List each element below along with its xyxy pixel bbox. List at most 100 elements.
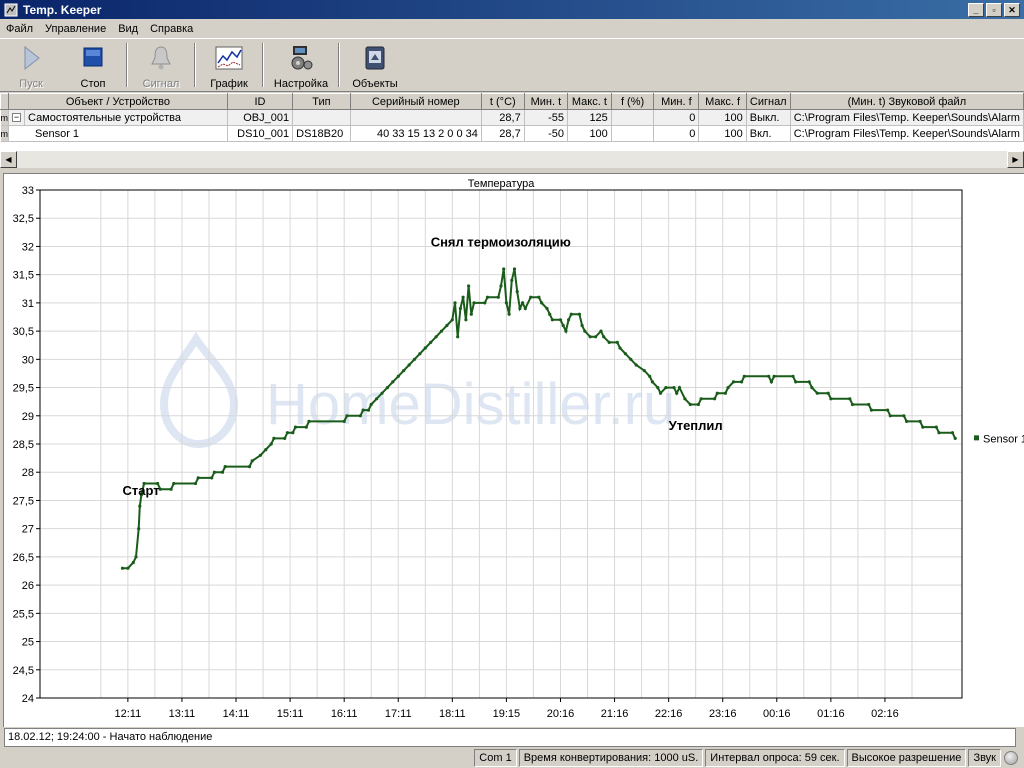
data-point (772, 374, 776, 378)
data-point (285, 431, 289, 435)
column-header-min-temp[interactable]: Мин. t (523, 93, 569, 110)
column-header-min-humidity[interactable]: Мин. f (653, 93, 700, 110)
data-point (642, 369, 646, 373)
menu-view[interactable]: Вид (112, 23, 144, 35)
data-point (504, 301, 508, 305)
column-header-id[interactable]: ID (226, 93, 294, 110)
data-point (264, 448, 268, 452)
column-header-temp[interactable]: t (°C) (480, 93, 525, 110)
data-point (247, 465, 252, 469)
y-tick-label: 24,5 (13, 665, 34, 677)
data-point (672, 386, 676, 390)
data-point (623, 352, 628, 356)
cell-min-temp: -55 (524, 109, 569, 126)
maximize-button[interactable]: ▫ (986, 2, 1002, 17)
column-header-signal[interactable]: Сигнал (745, 93, 791, 110)
cell-type: DS18B20 (292, 125, 351, 142)
objects-button[interactable]: Объекты (342, 39, 408, 91)
data-point (715, 391, 719, 395)
data-point (291, 431, 295, 435)
horizontal-scrollbar[interactable]: ◀ ▶ (0, 151, 1024, 168)
data-point (529, 295, 533, 299)
toolbar-separator (126, 43, 128, 87)
menu-help[interactable]: Справка (144, 23, 199, 35)
x-tick-label: 14:11 (223, 708, 250, 720)
table-row[interactable]: m Sensor 1 DS10_001 DS18B20 40 33 15 13 … (0, 125, 1024, 142)
start-label: Пуск (19, 78, 43, 90)
data-point (461, 295, 465, 299)
column-header-sound-file[interactable]: (Мин. t) Звуковой файл (789, 93, 1024, 110)
cell-humidity (611, 125, 655, 142)
data-point (134, 555, 138, 559)
data-point (850, 402, 855, 407)
y-tick-label: 27,5 (13, 495, 34, 507)
data-point (445, 323, 449, 328)
tree-expander[interactable]: − (8, 109, 25, 126)
data-point (304, 425, 308, 429)
data-point (905, 419, 909, 423)
data-point (472, 301, 476, 305)
y-tick-label: 30,5 (13, 326, 34, 338)
start-button[interactable]: Пуск (0, 39, 62, 91)
data-point (391, 380, 395, 384)
data-point (272, 436, 276, 440)
signal-button[interactable]: Сигнал (130, 39, 192, 91)
toolbar-separator (262, 43, 264, 87)
data-point (258, 453, 262, 457)
menu-control[interactable]: Управление (39, 23, 112, 35)
data-point (599, 329, 603, 333)
settings-button[interactable]: Настройка (266, 39, 336, 91)
scroll-left-icon[interactable]: ◀ (0, 151, 17, 168)
table-row[interactable]: m − Самостоятельные устройства OBJ_001 2… (0, 109, 1024, 126)
data-point (434, 335, 438, 339)
data-point (618, 346, 622, 350)
column-header-object[interactable]: Объект / Устройство (8, 93, 228, 110)
cell-signal: Выкл. (746, 109, 791, 126)
column-header-humidity[interactable]: f (%) (610, 93, 655, 110)
graph-button[interactable]: График (198, 39, 260, 91)
close-button[interactable]: ✕ (1004, 2, 1020, 17)
data-point (580, 323, 584, 328)
cell-serial (350, 109, 482, 126)
y-tick-label: 32 (22, 241, 34, 253)
data-point (120, 566, 125, 570)
row-indicator-header (0, 93, 9, 110)
data-point (648, 374, 652, 378)
column-header-max-temp[interactable]: Макс. t (567, 93, 612, 110)
x-tick-label: 18:11 (439, 708, 466, 720)
stop-label: Стоп (80, 78, 106, 90)
data-point (429, 340, 433, 344)
data-point (723, 391, 728, 395)
data-point (950, 431, 955, 435)
column-header-type[interactable]: Тип (292, 93, 351, 110)
data-point (385, 386, 389, 390)
stop-button[interactable]: Стоп (62, 39, 124, 91)
data-point (791, 374, 795, 378)
temperature-chart: HomeDistiller.ru Температура 24 24,5 25 25,5… (3, 173, 1024, 727)
settings-label: Настройка (273, 78, 329, 90)
minimize-button[interactable]: _ (968, 2, 984, 17)
data-point (502, 267, 506, 271)
sound-indicator-icon[interactable] (1004, 751, 1018, 765)
data-point (740, 380, 744, 384)
data-point (615, 340, 619, 344)
data-point (126, 566, 130, 570)
cell-max-humidity: 100 (698, 109, 747, 126)
x-tick-label: 21:16 (601, 708, 629, 720)
status-poll-interval: Интервал опроса: 59 сек. (705, 749, 845, 767)
menu-file[interactable]: Файл (0, 23, 39, 35)
scroll-right-icon[interactable]: ▶ (1007, 151, 1024, 168)
toolbar-separator (194, 43, 196, 87)
y-tick-label: 28,5 (13, 439, 34, 451)
cell-min-humidity: 0 (653, 109, 700, 126)
collapse-icon[interactable]: − (12, 113, 21, 123)
data-point (867, 402, 871, 407)
data-point (193, 481, 198, 486)
data-point (269, 442, 273, 446)
status-conversion-time: Время конвертирования: 1000 uS. (518, 749, 704, 767)
column-header-serial[interactable]: Серийный номер (349, 93, 482, 110)
data-point (345, 414, 349, 418)
data-point (540, 301, 544, 305)
data-point (769, 380, 774, 384)
column-header-max-humidity[interactable]: Макс. f (698, 93, 747, 110)
